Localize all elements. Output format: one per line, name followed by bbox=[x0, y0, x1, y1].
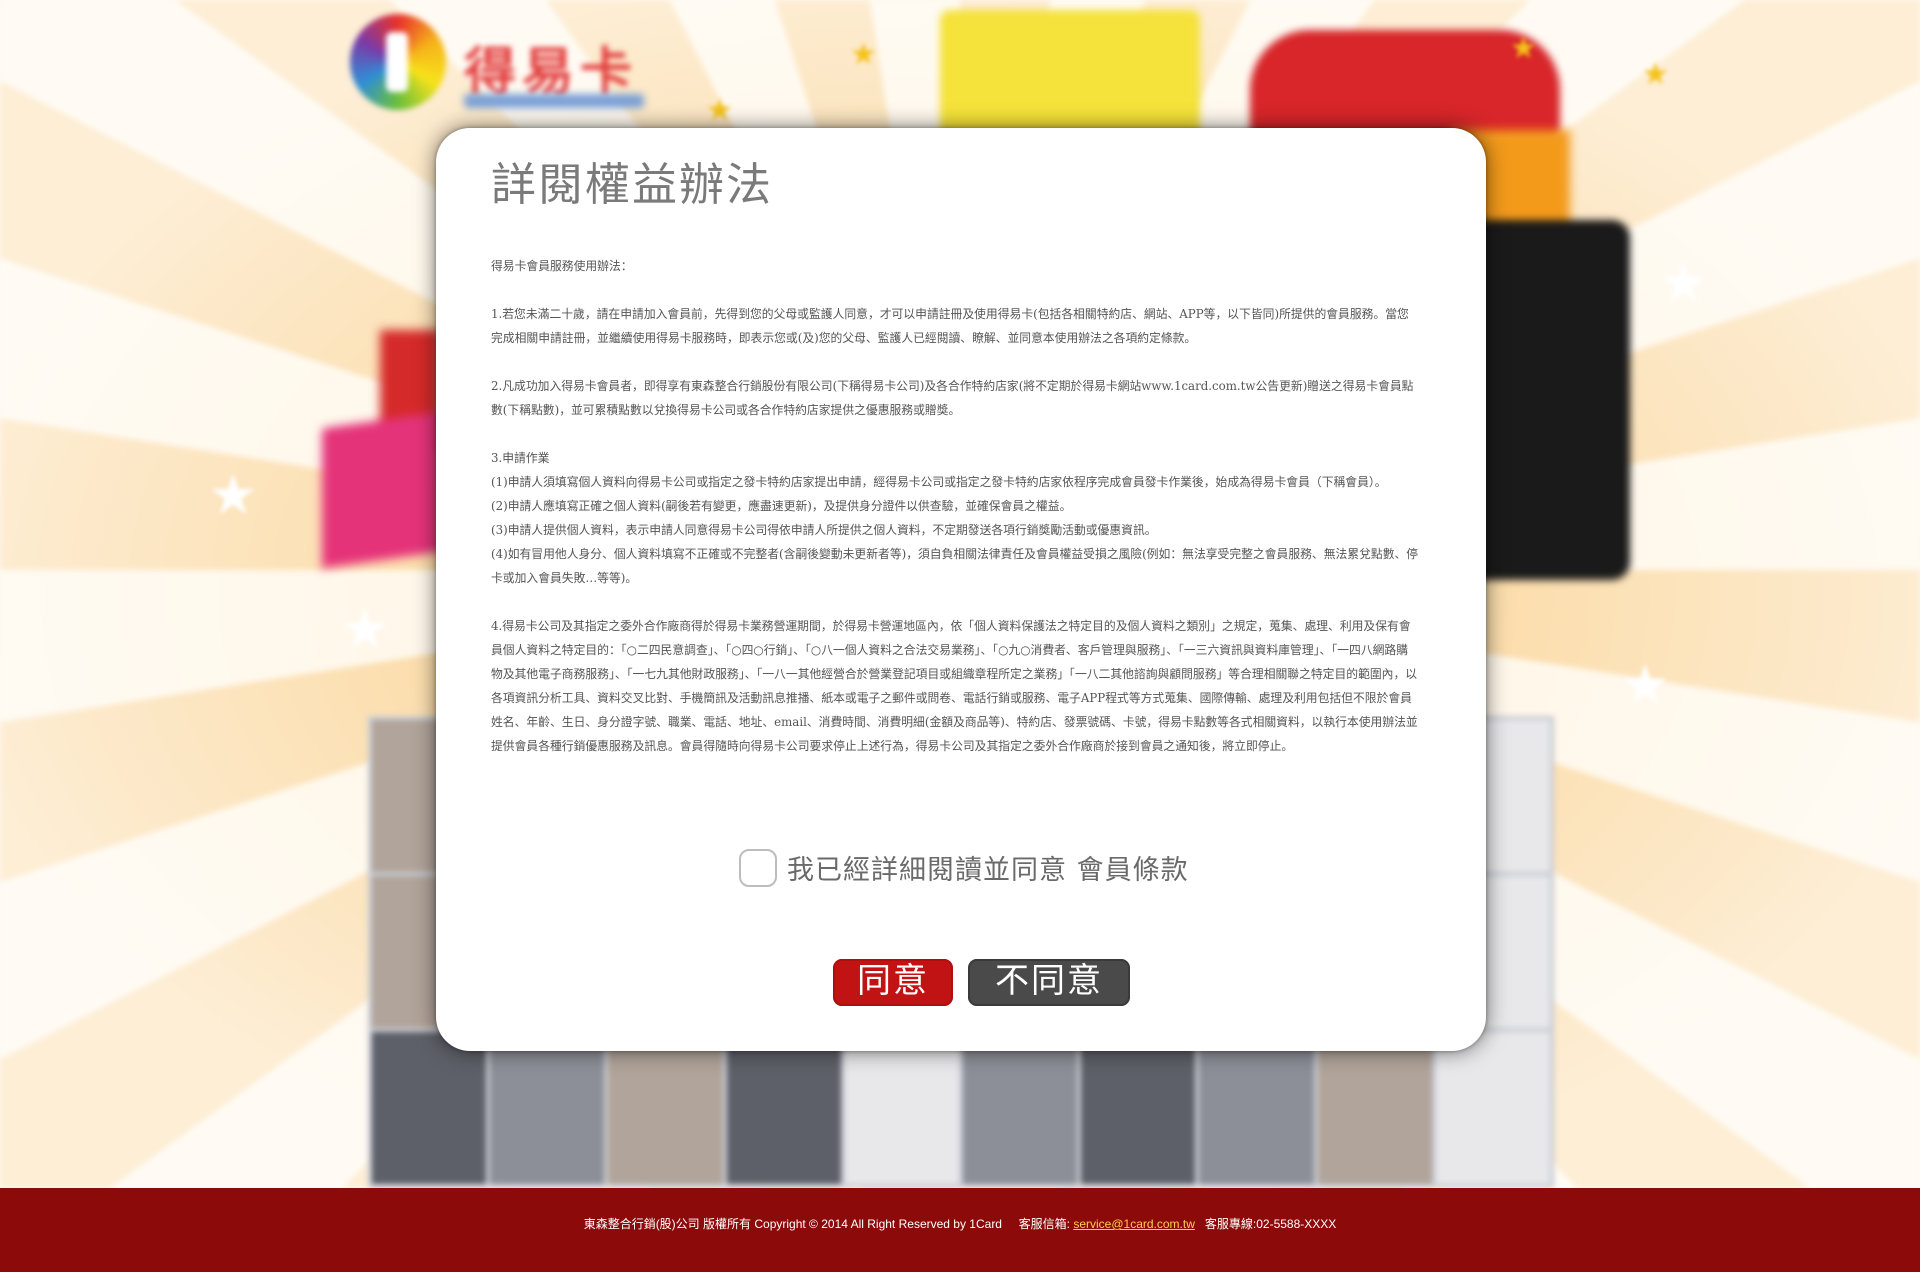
footer-hotline: 客服專線:02-5588-XXXX bbox=[1204, 1217, 1337, 1231]
star-icon: ★ bbox=[208, 463, 259, 528]
footer-line: 東森整合行銷(股)公司 版權所有 Copyright © 2014 All Ri… bbox=[0, 1215, 1920, 1232]
footer: 東森整合行銷(股)公司 版權所有 Copyright © 2014 All Ri… bbox=[0, 1188, 1920, 1272]
modal-title: 詳閱權益辦法 bbox=[491, 158, 774, 211]
terms-paragraph-3-item-1: (1)申請人須填寫個人資料向得易卡公司或指定之發卡特約店家提出申請，經得易卡公司… bbox=[491, 475, 1387, 489]
footer-copyright: 東森整合行銷(股)公司 版權所有 Copyright © 2014 All Ri… bbox=[583, 1217, 1002, 1231]
terms-content: 得易卡會員服務使用辦法： 1.若您未滿二十歲，請在申請加入會員前，先得到您的父母… bbox=[491, 254, 1419, 758]
terms-paragraph-4: 4.得易卡公司及其指定之委外合作廠商得於得易卡業務營運期間，於得易卡營運地區內，… bbox=[491, 619, 1418, 753]
footer-service-email-link[interactable]: service@1card.com.tw bbox=[1073, 1217, 1195, 1231]
background-logo-subtitle bbox=[464, 94, 644, 108]
star-icon: ★ bbox=[1642, 57, 1669, 92]
terms-paragraph-3-item-2: (2)申請人應填寫正確之個人資料(嗣後若有變更，應盡速更新)，及提供身分證件以供… bbox=[491, 499, 1072, 513]
star-icon: ★ bbox=[340, 597, 391, 662]
footer-service-label: 客服信箱: bbox=[1018, 1217, 1070, 1231]
star-icon: ★ bbox=[706, 93, 733, 128]
agree-checkbox-row[interactable]: 我已經詳細閱讀並同意 會員條款 bbox=[739, 848, 1189, 887]
terms-paragraph-3-item-3: (3)申請人提供個人資料，表示申請人同意得易卡公司得依申請人所提供之個人資料，不… bbox=[491, 523, 1157, 537]
terms-paragraph-3: 3.申請作業 (1)申請人須填寫個人資料向得易卡公司或指定之發卡特約店家提出申請… bbox=[491, 446, 1419, 590]
background-logo-icon bbox=[350, 14, 446, 110]
star-icon: ★ bbox=[850, 37, 877, 72]
star-icon: ★ bbox=[1620, 653, 1671, 718]
background-banner-pink bbox=[322, 411, 442, 569]
agree-checkbox-label[interactable]: 我已經詳細閱讀並同意 會員條款 bbox=[787, 848, 1189, 887]
terms-modal: 詳閱權益辦法 得易卡會員服務使用辦法： 1.若您未滿二十歲，請在申請加入會員前，… bbox=[436, 128, 1486, 1051]
agree-checkbox[interactable] bbox=[739, 848, 777, 887]
terms-paragraph-3-title: 3.申請作業 bbox=[491, 451, 550, 465]
terms-intro: 得易卡會員服務使用辦法： bbox=[491, 259, 633, 273]
terms-paragraph-3-item-4: (4)如有冒用他人身分、個人資料填寫不正確或不完整者(含嗣後變動未更新者等)，須… bbox=[491, 547, 1419, 585]
terms-paragraph-2: 2.凡成功加入得易卡會員者，即得享有東森整合行銷股份有限公司(下稱得易卡公司)及… bbox=[491, 379, 1414, 417]
agree-button[interactable]: 同意 bbox=[833, 959, 953, 1006]
terms-paragraph-1: 1.若您未滿二十歲，請在申請加入會員前，先得到您的父母或監護人同意，才可以申請註… bbox=[491, 307, 1409, 345]
star-icon: ★ bbox=[1658, 251, 1709, 316]
star-icon: ★ bbox=[1510, 31, 1537, 66]
disagree-button[interactable]: 不同意 bbox=[968, 959, 1130, 1006]
